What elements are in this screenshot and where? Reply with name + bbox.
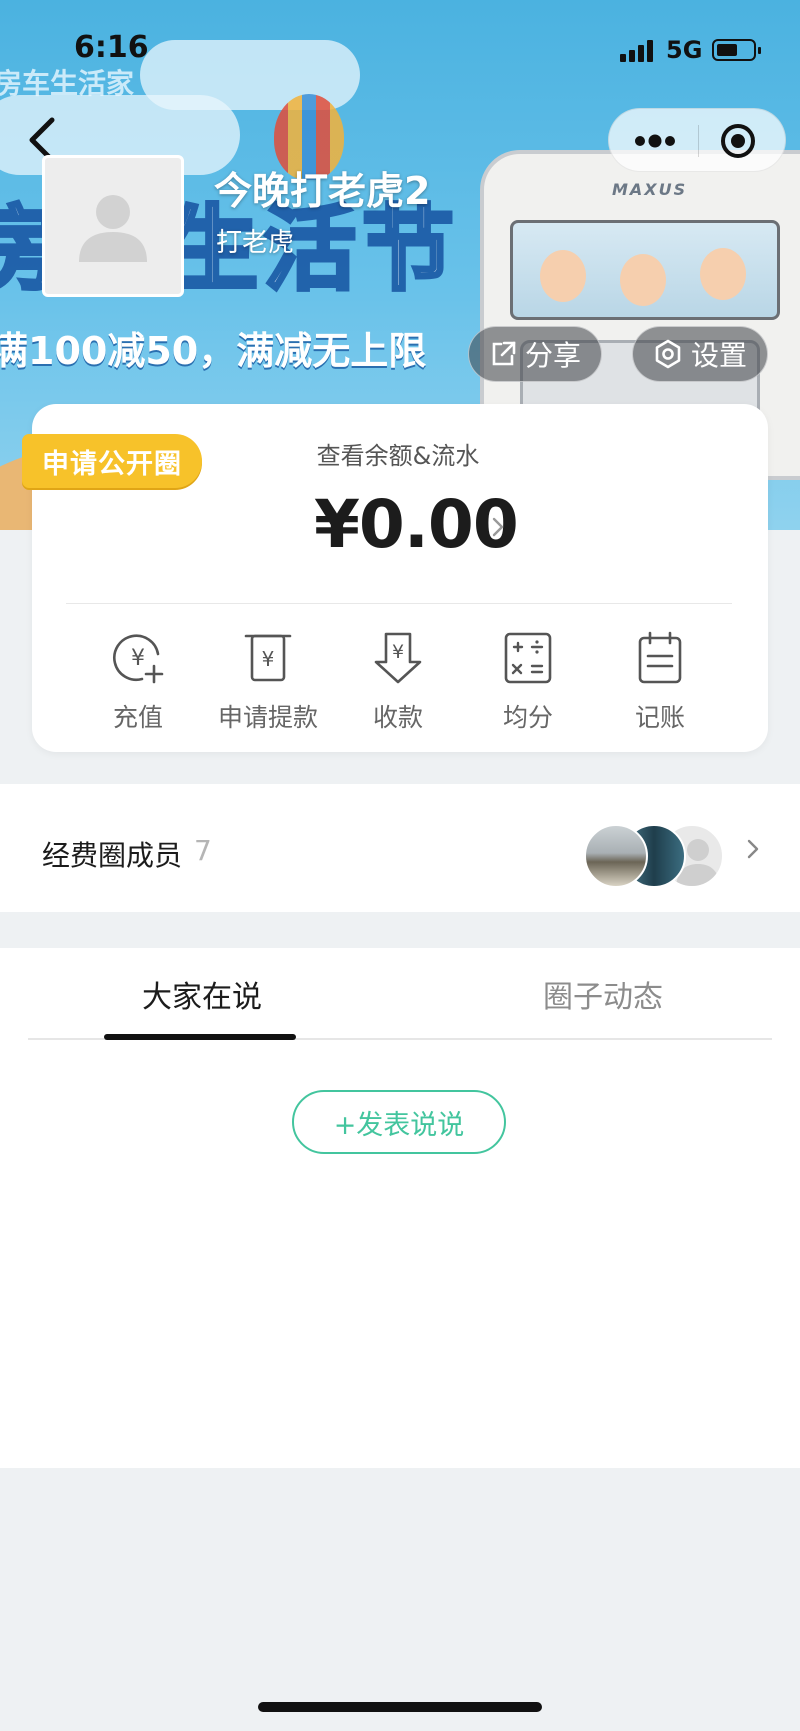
tab-circle-activity[interactable]: 圈子动态 [543,972,663,1016]
card-divider [66,603,732,604]
banner-promo-subtitle: 满100减50，满减无上限 [0,329,427,373]
member-avatar [584,824,648,888]
rv-passenger [700,248,746,300]
more-options-button[interactable] [633,131,677,151]
default-user-icon [79,195,147,262]
post-message-button[interactable]: +发表说说 [292,1090,506,1154]
receive-button[interactable]: ¥ 收款 [338,628,458,732]
action-label: 充值 [112,703,163,732]
svg-text:¥: ¥ [131,646,145,671]
ledger-icon [638,631,682,684]
active-tab-indicator [104,1034,296,1040]
group-avatar[interactable] [42,155,184,297]
cellular-signal-icon [620,38,660,62]
battery-icon [712,39,761,61]
receive-icon: ¥ [374,632,422,684]
rv-passenger [620,254,666,306]
bookkeeping-button[interactable]: 记账 [600,628,720,732]
withdraw-icon: ¥ [244,634,292,682]
action-label: 申请提款 [217,703,318,732]
recharge-icon: ¥ [113,634,164,684]
status-bar: 6:16 5G [0,0,800,100]
action-label: 均分 [502,703,553,732]
gear-icon [655,339,681,369]
split-evenly-button[interactable]: 均分 [468,628,588,732]
home-indicator[interactable] [258,1702,542,1712]
group-title: 今晚打老虎2 [214,169,431,213]
share-button-label: 分享 [524,339,581,372]
settings-button-label: 设置 [690,339,747,372]
network-type: 5G [666,36,703,64]
group-subtitle: 打老虎 [216,228,295,258]
settings-button[interactable]: 设置 [632,326,768,382]
svg-text:¥: ¥ [392,641,404,663]
members-label: 经费圈成员 [42,839,183,872]
rv-brand-text: MAXUS [612,180,688,199]
balance-statement-link[interactable]: 查看余额&流水 [0,436,800,471]
svg-text:¥: ¥ [262,647,275,671]
status-time: 6:16 [74,30,149,65]
more-dots-icon [635,134,675,148]
calculator-icon [504,632,552,684]
feed-section [0,948,800,1468]
close-miniprogram-button[interactable] [719,122,757,160]
chevron-right-icon [747,839,759,859]
tab-everyone-talking[interactable]: 大家在说 [142,972,262,1016]
members-count: 7 [194,834,212,867]
action-label: 收款 [372,703,423,732]
action-label: 记账 [634,703,685,732]
share-icon [492,341,516,366]
target-close-icon [721,124,755,158]
recharge-button[interactable]: ¥ 充值 [78,628,198,732]
chevron-right-icon [492,517,504,537]
rv-passenger [540,250,586,302]
withdraw-button[interactable]: ¥ 申请提款 [208,628,328,732]
capsule-divider [698,125,699,157]
share-button[interactable]: 分享 [468,326,602,382]
miniprogram-capsule [608,108,786,172]
